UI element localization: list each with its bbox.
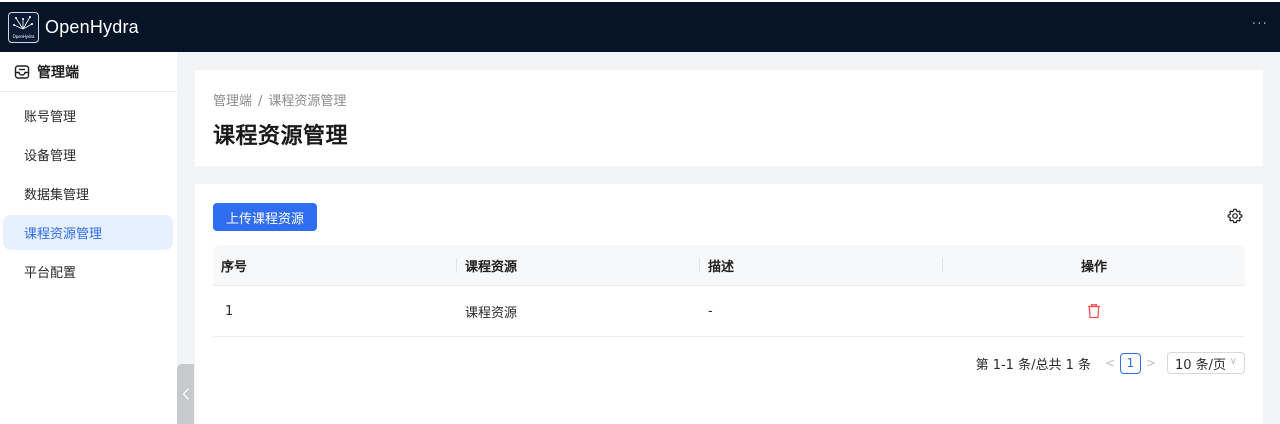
gear-icon[interactable]	[1227, 208, 1243, 224]
page-header: 管理端 / 课程资源管理 课程资源管理	[195, 70, 1263, 166]
prev-page-icon[interactable]: <	[1103, 356, 1117, 370]
column-header-index: 序号	[213, 245, 457, 286]
page-number-current[interactable]: 1	[1120, 352, 1141, 374]
next-page-icon[interactable]: >	[1144, 356, 1158, 370]
sidebar-item-datasets[interactable]: 数据集管理	[3, 176, 173, 211]
column-header-description-label: 描述	[708, 259, 735, 275]
cell-resource: 课程资源	[465, 305, 518, 321]
upload-course-resource-button[interactable]: 上传课程资源	[213, 203, 317, 231]
column-header-actions: 操作	[943, 245, 1245, 286]
resource-table-card: 上传课程资源 序号 课程资源 描述 操作 1 课程资源 - 第 1-1 条/总共…	[195, 184, 1263, 424]
column-header-actions-label: 操作	[1080, 259, 1107, 275]
column-header-index-label: 序号	[221, 259, 248, 275]
sidebar-collapse-handle[interactable]	[177, 364, 194, 424]
cell-actions	[943, 286, 1245, 337]
sidebar-item-platform-config[interactable]: 平台配置	[3, 254, 173, 289]
top-navbar: OpenHydra OpenHydra ···	[0, 2, 1280, 52]
table-header: 序号 课程资源 描述 操作	[213, 245, 1245, 286]
app-logo[interactable]: OpenHydra	[8, 11, 39, 43]
pagination-total: 第 1-1 条/总共 1 条	[975, 357, 1091, 373]
page-size-value: 10 条/页	[1175, 357, 1227, 373]
chevron-left-icon	[182, 388, 189, 400]
inbox-icon	[14, 64, 30, 79]
sidebar: 管理端 账号管理 设备管理 数据集管理 课程资源管理 平台配置	[0, 52, 177, 424]
more-horizontal-icon[interactable]: ···	[1252, 16, 1268, 32]
breadcrumb-separator: /	[258, 94, 263, 109]
chevron-down-icon: ∨	[1229, 356, 1237, 367]
sidebar-header: 管理端	[0, 52, 177, 92]
sidebar-menu: 账号管理 设备管理 数据集管理 课程资源管理 平台配置	[3, 98, 173, 293]
breadcrumb-item-admin[interactable]: 管理端	[213, 94, 252, 109]
column-header-resource-label: 课程资源	[465, 259, 518, 275]
cell-description: -	[708, 303, 713, 319]
resource-table: 序号 课程资源 描述 操作 1 课程资源 -	[213, 245, 1245, 337]
sidebar-item-accounts[interactable]: 账号管理	[3, 98, 173, 133]
page-title: 课程资源管理	[213, 124, 349, 149]
column-header-description: 描述	[700, 245, 943, 286]
logo-text: OpenHydra	[12, 33, 35, 39]
breadcrumb-item-current: 课程资源管理	[268, 94, 347, 109]
cell-index: 1	[225, 303, 234, 319]
trash-icon[interactable]	[1086, 303, 1102, 319]
main-content: 管理端 / 课程资源管理 课程资源管理 上传课程资源 序号 课程资源 描述 操作 1…	[177, 52, 1280, 424]
app-title[interactable]: OpenHydra	[45, 17, 139, 38]
column-header-resource: 课程资源	[457, 245, 700, 286]
sidebar-item-course-resources[interactable]: 课程资源管理	[3, 215, 173, 250]
sidebar-title: 管理端	[37, 64, 79, 81]
table-row: 1 课程资源 -	[213, 286, 1245, 337]
breadcrumb: 管理端 / 课程资源管理	[213, 90, 346, 109]
pagination: 第 1-1 条/总共 1 条 < 1 > 10 条/页 ∨	[976, 352, 1245, 374]
page-size-select[interactable]: 10 条/页 ∨	[1167, 352, 1245, 374]
sidebar-item-devices[interactable]: 设备管理	[3, 137, 173, 172]
